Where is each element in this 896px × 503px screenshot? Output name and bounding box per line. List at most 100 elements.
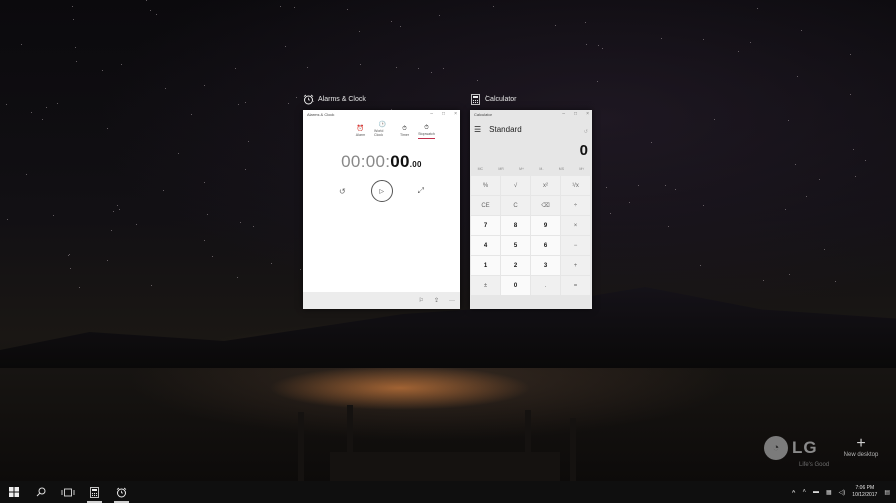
star (606, 187, 607, 188)
memory-button[interactable]: MC (478, 167, 483, 175)
calc-key[interactable]: 8 (501, 216, 530, 235)
star (835, 281, 836, 282)
task-view-button[interactable] (54, 481, 81, 503)
star (70, 268, 71, 269)
stopwatch-controls: ↺ ▷ ⤢ (303, 180, 460, 202)
task-view-alarms-clock[interactable]: Alarms & Clock Alarms & Clock – □ × ⏰ Al… (303, 94, 460, 309)
calc-key[interactable]: ⌫ (531, 196, 560, 215)
calc-key[interactable]: ¹/x (561, 176, 590, 195)
search-button[interactable] (27, 481, 54, 503)
more-icon[interactable]: ··· (449, 298, 455, 304)
close-icon[interactable]: × (454, 111, 457, 117)
calc-key[interactable]: 3 (531, 256, 560, 275)
reset-icon[interactable]: ↺ (339, 187, 346, 196)
battery-icon[interactable]: ▬ (813, 489, 819, 495)
history-icon[interactable]: ↺ (584, 129, 588, 135)
memory-button[interactable]: MS (559, 167, 564, 175)
tab-label: Timer (399, 133, 410, 137)
calc-key[interactable]: C (501, 196, 530, 215)
tab-stopwatch[interactable]: ⏱ Stopwatch (418, 125, 435, 139)
task-view-app-name: Alarms & Clock (318, 96, 366, 103)
calc-key[interactable]: ± (471, 276, 500, 295)
tab-world-clock[interactable]: 🕒 World Clock (374, 122, 391, 139)
minimize-icon[interactable]: – (562, 111, 565, 117)
calc-key[interactable]: = (561, 276, 590, 295)
taskbar-calculator[interactable] (81, 481, 108, 503)
calc-key[interactable]: − (561, 236, 590, 255)
memory-button[interactable]: M˅ (579, 167, 584, 175)
calc-key[interactable]: 7 (471, 216, 500, 235)
calc-key[interactable]: 4 (471, 236, 500, 255)
star (296, 97, 297, 98)
star (204, 240, 205, 241)
task-view-calculator[interactable]: Calculator Calculator – □ × ☰ Standard ↺… (470, 94, 592, 309)
share-icon[interactable]: ⇪ (434, 297, 439, 304)
star (598, 45, 599, 46)
memory-row: MC MR M+ M- MS M˅ (470, 167, 592, 175)
star (237, 277, 238, 278)
calc-key[interactable]: x² (531, 176, 560, 195)
people-icon[interactable]: ⍲ (792, 489, 796, 496)
action-center-icon[interactable]: ▤ (884, 489, 890, 496)
calc-key[interactable]: 1 (471, 256, 500, 275)
calculator-window[interactable]: Calculator – □ × ☰ Standard ↺ 0 MC MR M+ M-… (470, 110, 592, 309)
maximize-icon[interactable]: □ (442, 111, 445, 117)
star (651, 142, 652, 143)
tab-label: Alarm (355, 133, 366, 137)
stopwatch-fraction: .00 (409, 160, 422, 169)
calc-key[interactable]: × (561, 216, 590, 235)
new-desktop-button[interactable]: + New desktop (836, 436, 886, 459)
memory-button[interactable]: M- (539, 167, 543, 175)
star (638, 185, 639, 186)
play-icon: ▷ (379, 188, 384, 195)
calc-key[interactable]: 5 (501, 236, 530, 255)
taskbar-clock[interactable]: 7:06 PM 10/12/2017 (852, 485, 877, 499)
hamburger-menu-icon[interactable]: ☰ (474, 125, 481, 134)
chevron-up-icon[interactable]: ˄ (802, 489, 806, 495)
lg-brand: LG (792, 438, 818, 457)
star (789, 274, 790, 275)
keypad: % √ x² ¹/x CE C ⌫ ÷ 7 8 9 × 4 5 6− 1 2 3 + ±0. = (470, 175, 592, 296)
memory-button[interactable]: MR (498, 167, 503, 175)
calc-key[interactable]: √ (501, 176, 530, 195)
play-button[interactable]: ▷ (370, 180, 393, 202)
star (245, 169, 246, 170)
calc-key[interactable]: 9 (531, 216, 560, 235)
star (238, 104, 239, 105)
star (610, 213, 611, 214)
title-bar: Calculator – □ × (470, 110, 592, 119)
calc-key[interactable]: . (531, 276, 560, 295)
close-icon[interactable]: × (586, 111, 589, 117)
tab-timer[interactable]: ⏱ Timer (396, 126, 413, 139)
star (204, 182, 205, 183)
calc-key[interactable]: % (471, 176, 500, 195)
calc-key[interactable]: ÷ (561, 196, 590, 215)
star (806, 196, 807, 197)
tab-alarm[interactable]: ⏰ Alarm (352, 126, 369, 139)
lap-icon[interactable]: ⚐ (419, 297, 424, 304)
star (207, 214, 208, 215)
calc-key[interactable]: 2 (501, 256, 530, 275)
minimize-icon[interactable]: – (430, 111, 433, 117)
calc-key[interactable]: CE (471, 196, 500, 215)
star (750, 42, 751, 43)
star (165, 88, 166, 89)
taskbar-alarms-clock[interactable] (108, 481, 135, 503)
maximize-icon[interactable]: □ (574, 111, 577, 117)
volume-icon[interactable]: ◁) (839, 489, 846, 496)
star (151, 285, 152, 286)
lg-slogan: Life's Good (799, 462, 830, 468)
star (850, 94, 851, 95)
start-button[interactable] (0, 481, 27, 503)
network-icon[interactable]: ▦ (826, 489, 832, 496)
expand-icon[interactable]: ⤢ (418, 186, 424, 196)
star (73, 19, 74, 20)
memory-button[interactable]: M+ (519, 167, 524, 175)
calc-key[interactable]: 6 (531, 236, 560, 255)
caption-buttons: – □ × (430, 111, 457, 117)
alarms-window[interactable]: Alarms & Clock – □ × ⏰ Alarm 🕒 World Clo… (303, 110, 460, 309)
calc-key[interactable]: 0 (501, 276, 530, 295)
star (248, 141, 249, 142)
tab-label: Stopwatch (418, 132, 435, 136)
calc-key[interactable]: + (561, 256, 590, 275)
